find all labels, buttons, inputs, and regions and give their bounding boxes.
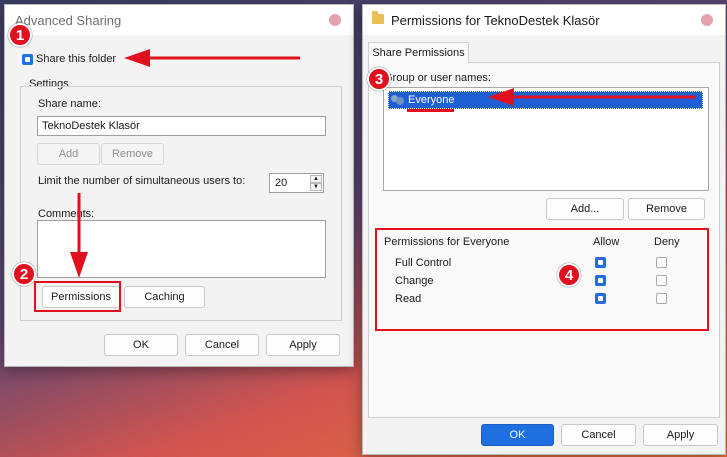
step-4-badge: 4 (557, 263, 581, 287)
arrow-to-share-checkbox (124, 49, 300, 67)
step-1-badge: 1 (8, 23, 32, 47)
annotation-arrows (70, 49, 696, 278)
step-2-badge: 2 (12, 262, 36, 286)
arrow-to-everyone (488, 88, 696, 106)
step-3-badge: 3 (367, 67, 391, 91)
arrow-to-permissions-button (70, 193, 88, 278)
